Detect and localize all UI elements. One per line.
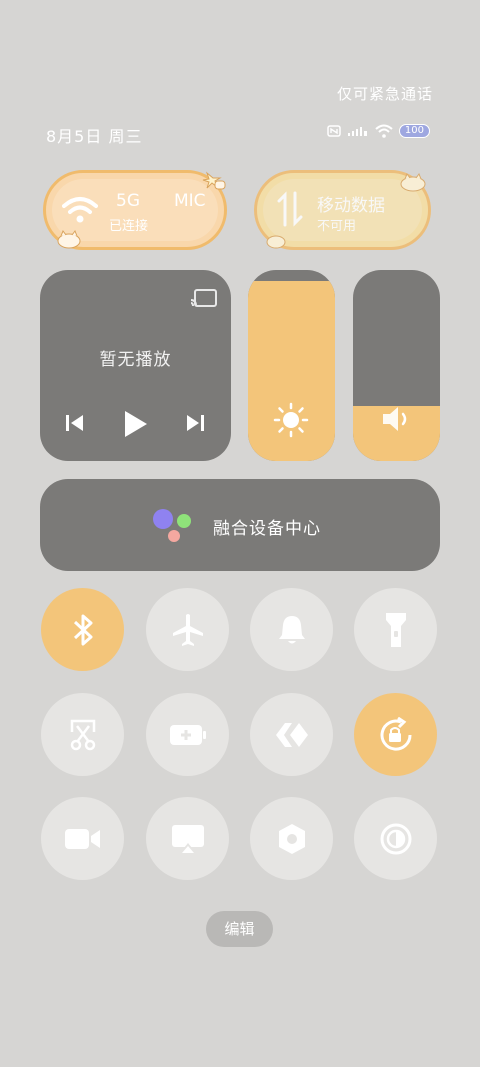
bluetooth-toggle[interactable]	[41, 588, 124, 671]
screenshot-scissors-icon	[70, 719, 95, 750]
bluetooth-icon	[73, 614, 92, 645]
wifi-tile[interactable]: 5G MIC 已连接	[43, 170, 227, 250]
nearby-icon	[275, 722, 308, 747]
cat-sticker-icon	[400, 172, 426, 192]
battery-indicator: 100	[398, 124, 430, 138]
play-icon[interactable]	[123, 409, 149, 439]
brightness-slider[interactable]	[248, 270, 335, 461]
battery-saver-toggle[interactable]	[146, 693, 229, 776]
volume-slider[interactable]	[353, 270, 440, 461]
mobile-data-status: 不可用	[317, 219, 357, 234]
screenshot-toggle[interactable]	[41, 693, 124, 776]
mobile-data-tile[interactable]: 移动数据 不可用	[254, 170, 431, 250]
screen-cast-toggle[interactable]	[146, 797, 229, 880]
volume-icon	[383, 407, 407, 431]
bell-icon	[278, 615, 305, 643]
rotation-lock-toggle[interactable]	[354, 693, 437, 776]
hexagon-settings-icon	[278, 823, 305, 854]
brightness-icon	[273, 402, 309, 438]
nearby-share-toggle[interactable]	[250, 693, 333, 776]
battery-plus-icon	[169, 724, 206, 745]
dark-mode-toggle[interactable]	[354, 797, 437, 880]
mobile-data-label: 移动数据	[317, 196, 385, 216]
flashlight-icon	[385, 612, 406, 647]
media-player-card[interactable]: 暂无播放	[40, 270, 231, 461]
cat-sticker-icon	[57, 229, 81, 249]
media-title: 暂无播放	[99, 350, 172, 370]
wifi-icon	[62, 197, 98, 223]
rotation-lock-icon	[380, 716, 412, 751]
ring-mode-toggle[interactable]	[250, 588, 333, 671]
cat-sticker-icon	[266, 235, 286, 249]
airplane-icon	[172, 613, 203, 646]
settings-toggle[interactable]	[250, 797, 333, 880]
date-text: 8月5日 周三	[46, 127, 143, 146]
flashlight-toggle[interactable]	[354, 588, 437, 671]
nfc-icon	[327, 125, 341, 137]
fusion-device-center[interactable]: 融合设备中心	[40, 479, 440, 571]
wifi-name-suffix: MIC	[174, 191, 206, 211]
wifi-status-icon	[375, 124, 393, 138]
wifi-status: 已连接	[109, 219, 149, 234]
previous-icon[interactable]	[65, 413, 85, 433]
fusion-icon	[153, 509, 191, 542]
emergency-call-text: 仅可紧急通话	[336, 85, 433, 103]
contrast-icon	[380, 823, 411, 854]
data-arrows-icon	[277, 191, 303, 227]
edit-button[interactable]: 编辑	[206, 911, 273, 947]
cat-sticker-icon	[202, 171, 226, 190]
signal-icon	[347, 127, 367, 136]
video-camera-icon	[64, 828, 100, 849]
screen-record-toggle[interactable]	[41, 797, 124, 880]
next-icon[interactable]	[185, 413, 205, 433]
fusion-label: 融合设备中心	[213, 519, 321, 539]
wifi-name: 5G	[116, 191, 140, 211]
cast-icon[interactable]	[190, 288, 218, 310]
status-bar: 100	[327, 124, 430, 138]
screen-cast-icon	[171, 824, 204, 853]
airplane-mode-toggle[interactable]	[146, 588, 229, 671]
